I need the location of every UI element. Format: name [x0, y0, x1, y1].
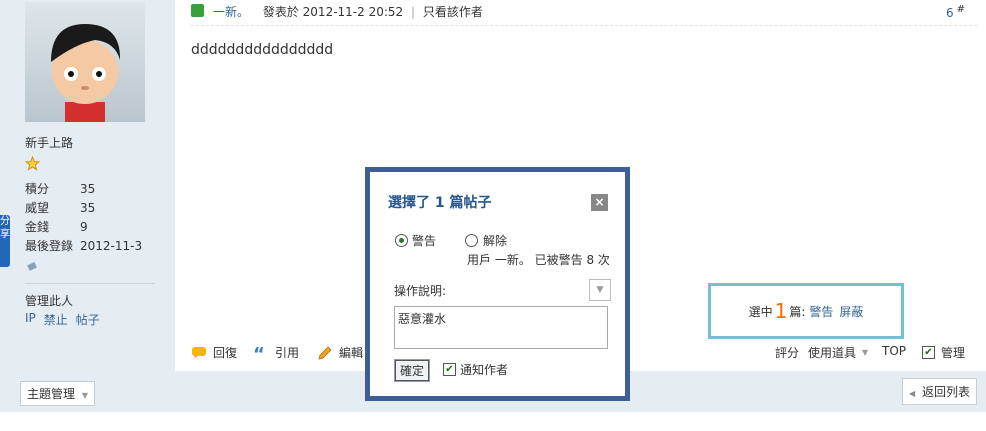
dialog-title: 選擇了 1 篇帖子 — [388, 195, 492, 211]
stat-row: 威望 35 — [25, 199, 165, 218]
quote-button[interactable]: “ 引用 — [253, 344, 300, 365]
edit-label: 編輯 — [339, 346, 364, 360]
radio-unwarn-label: 解除 — [483, 234, 508, 248]
moderation-dialog: 選擇了 1 篇帖子 × 警告 解除 用戶 一新。 已被警告 8 次 操作說明: … — [365, 167, 630, 401]
warn-status-text: 用戶 一新。 已被警告 8 次 — [467, 253, 610, 267]
share-tab[interactable]: 分享 — [0, 215, 10, 267]
user-rank: 新手上路 — [25, 136, 74, 150]
edit-button[interactable]: 編輯 — [317, 344, 363, 361]
stat-label: 金錢 — [25, 220, 50, 234]
stat-value: 2012-11-3 — [80, 239, 143, 253]
post-header: 一新。 發表於 2012-11-2 20:52 | 只看該作者 — [213, 3, 483, 20]
manage-user-label: 管理此人 — [25, 294, 74, 308]
floor-number: 6 — [946, 6, 954, 20]
chevron-down-icon: ▼ — [596, 285, 604, 295]
posts-link[interactable]: 帖子 — [76, 311, 100, 328]
selection-warn-link[interactable]: 警告 — [809, 303, 833, 320]
avatar[interactable] — [25, 2, 145, 122]
post-header-divider — [191, 25, 977, 27]
selection-count: 1 — [774, 299, 788, 323]
post-timestamp: 發表於 2012-11-2 20:52 — [262, 5, 404, 19]
star-icon — [24, 155, 41, 174]
top-link[interactable]: TOP — [882, 344, 906, 358]
manage-checkbox-group[interactable]: ✔ 管理 — [922, 344, 965, 361]
tools-menu[interactable]: 使用道具 ▼ — [808, 344, 868, 361]
chevron-left-icon: ◀ — [909, 389, 916, 398]
tools-label: 使用道具 — [808, 346, 857, 360]
moderation-selection-box: 選中 1 篇: 警告 屏蔽 — [708, 283, 904, 339]
user-stats: 積分 35 威望 35 金錢 9 最後登錄 2012-11-3 — [25, 180, 165, 256]
avatar-icon — [51, 24, 121, 122]
stat-row: 積分 35 — [25, 180, 165, 199]
check-icon: ✔ — [922, 346, 935, 359]
post-floor[interactable]: 6 # — [946, 4, 965, 20]
reply-button[interactable]: 回復 — [191, 344, 237, 361]
stat-label: 積分 — [25, 182, 50, 196]
stat-label: 最後登錄 — [25, 239, 74, 253]
manage-user-links: IP 禁止 帖子 — [25, 311, 100, 328]
reason-textarea[interactable]: 惡意灌水 — [394, 306, 608, 349]
confirm-button[interactable]: 確定 — [395, 360, 430, 381]
stat-label: 威望 — [25, 201, 50, 215]
top-label: TOP — [882, 344, 907, 358]
header-separator: | — [411, 5, 416, 19]
online-status-icon — [27, 260, 39, 275]
post-body: dddddddddddddddd — [191, 42, 334, 58]
reply-icon — [191, 346, 207, 360]
selection-mask-link[interactable]: 屏蔽 — [839, 303, 863, 320]
radio-warn-label: 警告 — [412, 234, 437, 248]
selection-prefix: 選中 — [748, 304, 773, 319]
chevron-down-icon: ▼ — [862, 348, 869, 357]
sidebar-divider — [25, 283, 155, 284]
svg-text:“: “ — [253, 346, 265, 360]
thread-manage-button[interactable]: 主題管理 ▼ — [20, 381, 95, 406]
stat-value: 35 — [80, 182, 96, 196]
reply-label: 回復 — [213, 346, 238, 360]
manage-label: 管理 — [941, 346, 966, 360]
stat-value: 35 — [80, 201, 96, 215]
radio-warn[interactable] — [395, 234, 408, 247]
only-author-link[interactable]: 只看該作者 — [423, 5, 483, 19]
rate-button[interactable]: 評分 — [775, 344, 799, 361]
radio-unwarn[interactable] — [465, 234, 478, 247]
stat-value: 9 — [80, 220, 88, 234]
close-icon[interactable]: × — [591, 194, 608, 211]
reason-select-dropdown[interactable]: ▼ — [589, 279, 611, 301]
pencil-icon — [317, 346, 333, 360]
post-author-link[interactable]: 一新。 — [213, 5, 249, 19]
floor-suffix: # — [956, 4, 966, 15]
notify-checkbox[interactable]: ✔ — [443, 363, 456, 376]
reason-label: 操作說明: — [394, 284, 447, 298]
thread-manage-label: 主題管理 — [27, 387, 76, 401]
stat-row: 最後登錄 2012-11-3 — [25, 237, 165, 256]
notify-label: 通知作者 — [460, 363, 509, 377]
ip-link[interactable]: IP — [25, 311, 36, 328]
quote-label: 引用 — [275, 346, 300, 360]
back-to-list-label: 返回列表 — [921, 385, 970, 399]
post-author-icon — [191, 4, 204, 17]
chevron-down-icon: ▼ — [81, 391, 88, 400]
quote-icon: “ — [253, 344, 269, 365]
selection-suffix: 篇: — [789, 304, 806, 319]
manage-checkbox[interactable]: ✔ — [922, 346, 935, 359]
back-to-list-button[interactable]: ◀ 返回列表 — [902, 378, 977, 405]
ban-link[interactable]: 禁止 — [44, 311, 68, 328]
rate-label: 評分 — [775, 346, 800, 360]
stat-row: 金錢 9 — [25, 218, 165, 237]
